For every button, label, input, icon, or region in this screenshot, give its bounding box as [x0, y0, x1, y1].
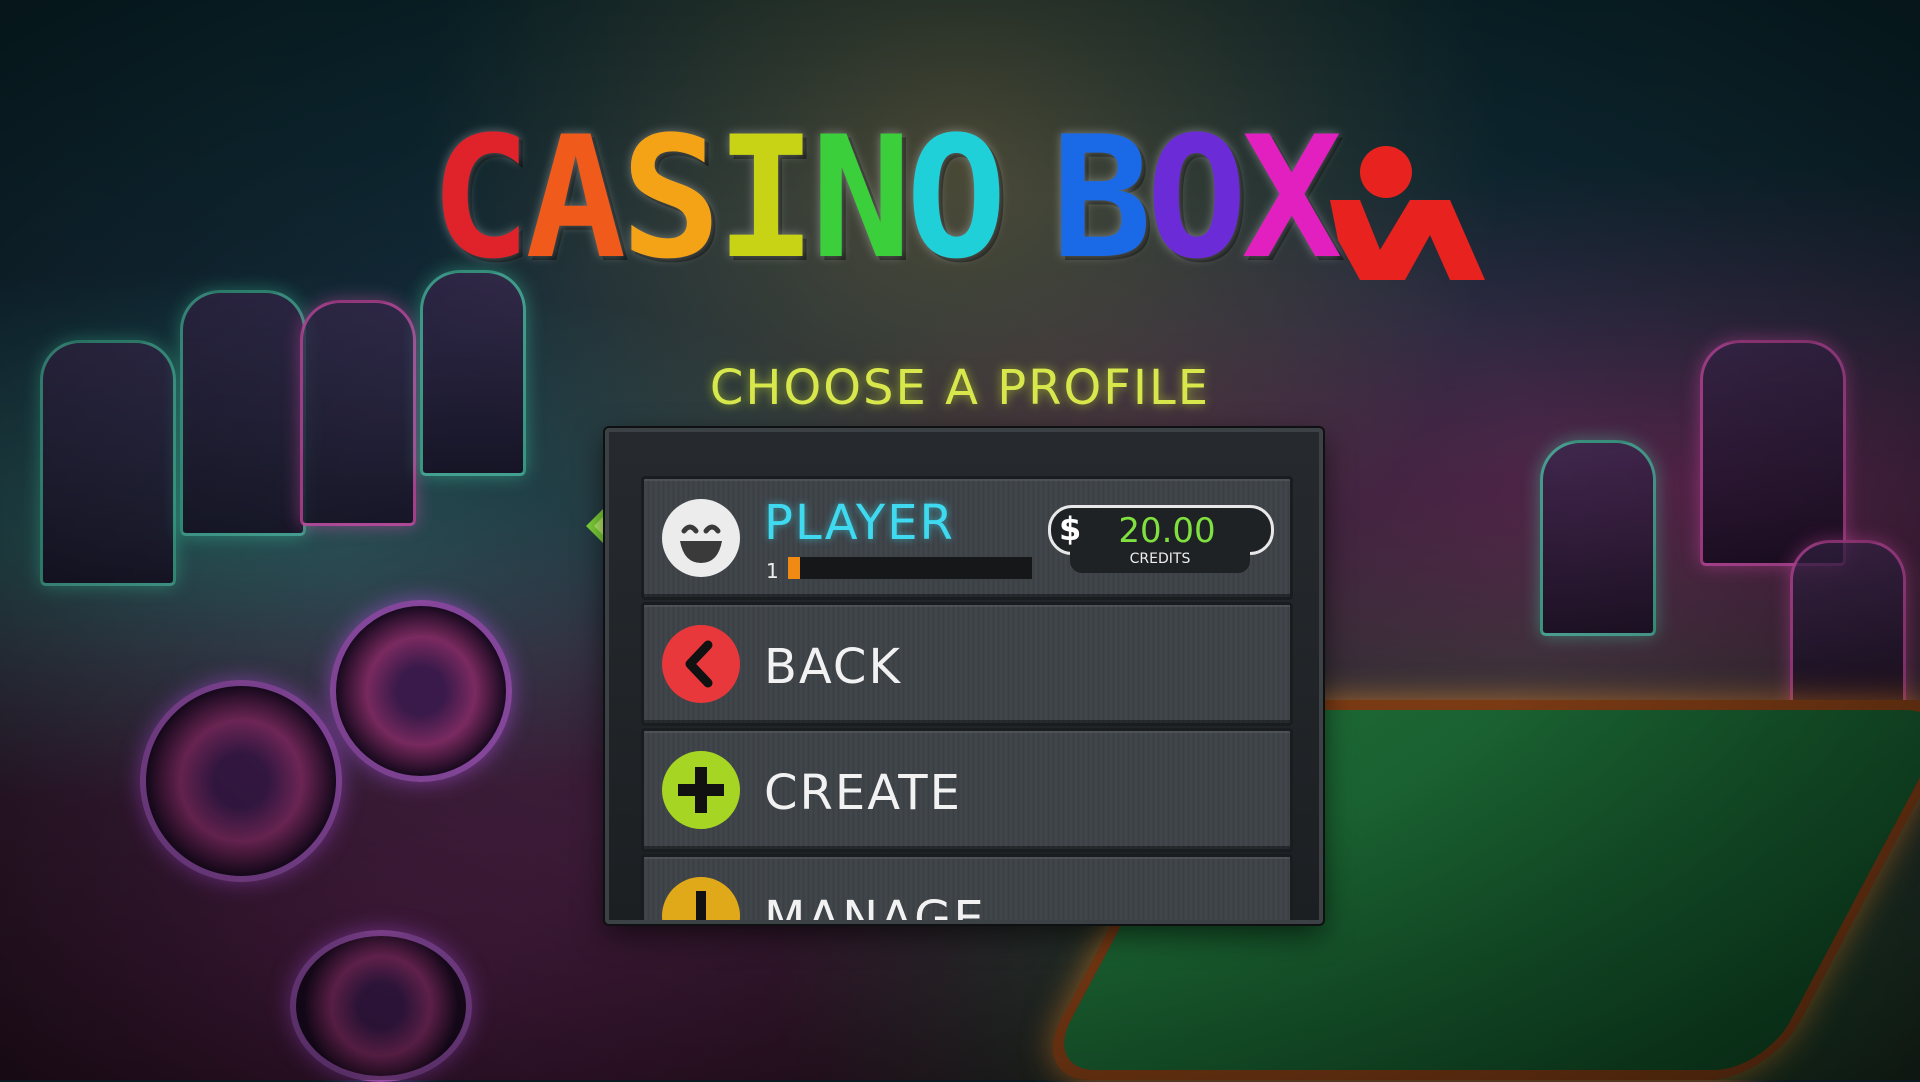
exclamation-icon	[662, 877, 740, 920]
profile-name: PLAYER	[764, 495, 955, 551]
logo-letter: N	[810, 100, 912, 296]
xp-progress-bar	[788, 557, 1032, 579]
plus-icon	[662, 751, 740, 829]
logo-letter: S	[620, 100, 721, 296]
logo-letter: O	[905, 100, 1007, 296]
create-button[interactable]: CREATE	[641, 728, 1293, 852]
choose-profile-title: CHOOSE A PROFILE	[709, 360, 1211, 416]
profile-level: 1	[766, 559, 779, 583]
logo-letter: O	[1146, 100, 1247, 296]
manage-button[interactable]: MANAGE	[641, 854, 1293, 924]
create-label: CREATE	[764, 765, 962, 821]
smiley-face-icon	[662, 499, 740, 577]
logo-letter: C	[430, 100, 531, 296]
logo-letter: B	[1050, 100, 1152, 296]
profile-row-player[interactable]: PLAYER 1 $ 20.00 CREDITS	[641, 476, 1293, 600]
chevron-left-icon	[662, 625, 740, 703]
credits-label: CREDITS	[1070, 551, 1250, 573]
back-label: BACK	[764, 639, 902, 695]
logo-person-icon	[1330, 146, 1485, 280]
credits-display: $ 20.00	[1048, 505, 1274, 555]
xp-progress-fill	[788, 557, 801, 579]
logo-letter: I	[715, 100, 816, 296]
profile-menu-panel: PLAYER 1 $ 20.00 CREDITS BACK CREATE MAN…	[605, 428, 1323, 924]
logo-letter: A	[525, 100, 626, 296]
back-button[interactable]: BACK	[641, 602, 1293, 726]
manage-label: MANAGE	[764, 891, 986, 924]
credits-amount: 20.00	[1118, 511, 1216, 551]
